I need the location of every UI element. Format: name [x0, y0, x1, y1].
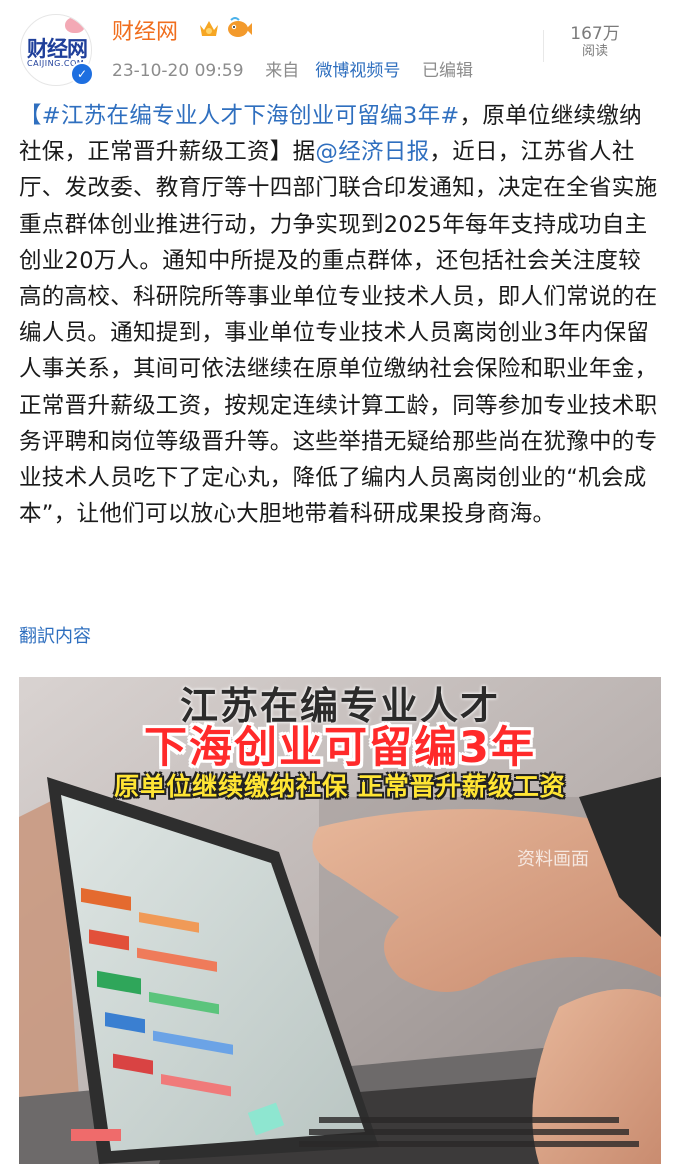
verified-icon: ✓: [70, 62, 94, 86]
pig-mascot-icon: [65, 17, 85, 33]
post-text-part-2: ，近日，江苏省人社厅、发改委、教育厅等十四部门联合印发通知，决定在全省实施重点群…: [19, 139, 658, 528]
read-count-number: 167万: [570, 24, 620, 44]
read-count: 167万 阅读: [560, 24, 630, 60]
video-caption-3: 原单位继续缴纳社保 正常晋升薪级工资: [114, 772, 566, 801]
post-video[interactable]: 江苏在编专业人才 下海创业可留编3年 原单位继续缴纳社保 正常晋升薪级工资 资料…: [19, 677, 661, 1164]
post-header: 财经网 CAIJING.COM ✓ 财经网 23-10-20 09:59 来自 …: [0, 0, 674, 92]
hashtag-link[interactable]: 【#江苏在编专业人才下海创业可留编3年#: [19, 103, 460, 129]
edited-label[interactable]: 已编辑: [422, 61, 473, 81]
mention-link[interactable]: @经济日报: [315, 139, 429, 165]
read-count-label: 阅读: [581, 44, 608, 59]
user-name[interactable]: 财经网: [112, 14, 178, 46]
post-meta: 23-10-20 09:59 来自 微博视频号 已编辑: [112, 56, 473, 81]
translate-link[interactable]: 翻訳内容: [19, 622, 91, 648]
source-prefix: 来自: [265, 61, 300, 81]
video-watermark: 资料画面: [517, 849, 589, 870]
video-caption-2: 下海创业可留编3年: [144, 723, 536, 773]
header-divider: [543, 30, 544, 62]
fish-badge-icon[interactable]: [226, 16, 252, 40]
source-link[interactable]: 微博视频号: [315, 61, 400, 81]
post-date: 23-10-20 09:59: [112, 61, 244, 81]
post-text: 【#江苏在编专业人才下海创业可留编3年#，原单位继续缴纳社保，正常晋升薪级工资】…: [19, 98, 659, 532]
crown-badge-icon[interactable]: [198, 18, 220, 40]
